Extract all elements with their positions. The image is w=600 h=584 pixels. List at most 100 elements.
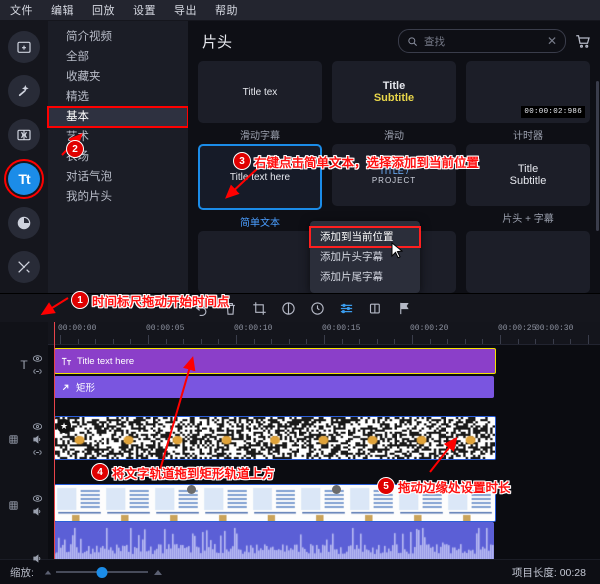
timeline-toolbar — [0, 293, 600, 322]
ruler-label: 00:00:10 — [234, 324, 272, 333]
timeline-clip-audio[interactable] — [54, 522, 494, 559]
grid-item-0[interactable]: Title tex 滑动字幕 — [198, 61, 322, 140]
text-tt-icon: Tt — [18, 171, 29, 187]
speaker-icon[interactable] — [32, 434, 43, 445]
thumbnail[interactable]: 00:00:02:986 — [466, 61, 590, 123]
grid-item-2[interactable]: 00:00:02:986 计时器 — [466, 61, 590, 140]
text-tt-icon — [61, 356, 72, 367]
flag-icon[interactable] — [397, 301, 412, 316]
track-header-video-2-controls[interactable] — [26, 482, 48, 528]
eye-icon[interactable] — [32, 493, 43, 504]
thumbnail[interactable]: Title Subtitle — [332, 61, 456, 123]
ruler-label: 00:00:25 — [498, 324, 536, 333]
search-input[interactable]: 查找 ✕ — [398, 29, 566, 53]
annotation-badge-2: 2 — [66, 140, 84, 158]
annotation-badge-5: 5 — [377, 477, 395, 495]
thumbnail[interactable]: Title tex — [198, 61, 322, 123]
timeline-clip-video-1[interactable]: ★ — [54, 416, 496, 460]
rail-button-titles[interactable]: Tt — [8, 163, 40, 195]
menu-item-help[interactable]: 帮助 — [215, 2, 238, 18]
clip-label: 矩形 — [76, 380, 95, 394]
timeline-canvas[interactable]: 00:00:00 00:00:05 00:00:10 00:00:15 00:0… — [48, 322, 600, 559]
speaker-icon[interactable] — [32, 553, 43, 564]
clock-icon[interactable] — [310, 301, 325, 316]
ruler-label: 00:00:20 — [410, 324, 448, 333]
color-icon[interactable] — [281, 301, 296, 316]
grid-item-8[interactable] — [466, 231, 590, 293]
rail-button-effects[interactable] — [8, 75, 40, 107]
menu-bar: 文件 编辑 回放 设置 导出 帮助 — [0, 0, 600, 21]
thumbnail[interactable] — [466, 231, 590, 293]
sliders-icon[interactable] — [339, 301, 354, 316]
ruler-label: 00:00:15 — [322, 324, 360, 333]
rail-button-import-media[interactable] — [8, 31, 40, 63]
video-editor-window: 文件 编辑 回放 设置 导出 帮助 Tt 简介视频 全部 收藏夹 精选 基本 艺… — [0, 0, 600, 584]
track-header-video-1-controls[interactable] — [26, 414, 48, 464]
ruler-label: 00:00:00 — [58, 324, 96, 333]
category-item-intro-video[interactable]: 简介视频 — [48, 27, 188, 47]
rail-button-stickers[interactable] — [8, 207, 40, 239]
split-icon[interactable] — [368, 301, 383, 316]
category-item-featured[interactable]: 精选 — [48, 87, 188, 107]
thumb-line-1: Title — [518, 163, 538, 175]
eye-icon[interactable] — [32, 353, 43, 364]
thumb-line-2: Subtitle — [374, 92, 414, 104]
context-menu-item-add-ending-subtitle[interactable]: 添加片尾字幕 — [310, 267, 420, 287]
eye-icon[interactable] — [32, 421, 43, 432]
rail-button-tools[interactable] — [8, 251, 40, 283]
project-length: 项目长度: 00:28 — [512, 565, 586, 580]
grid-item-1[interactable]: Title Subtitle 滑动 — [332, 61, 456, 140]
speaker-icon[interactable] — [32, 506, 43, 517]
tool-rail: Tt — [0, 21, 48, 293]
time-ruler[interactable]: 00:00:00 00:00:05 00:00:10 00:00:15 00:0… — [48, 322, 600, 345]
track-headers: T — [0, 322, 48, 559]
category-item-favorites[interactable]: 收藏夹 — [48, 67, 188, 87]
shopping-cart-icon[interactable] — [574, 32, 592, 50]
menu-item-playback[interactable]: 回放 — [92, 2, 115, 18]
shape-arrow-icon — [60, 382, 71, 393]
mouse-cursor-icon — [391, 242, 405, 260]
category-list: 简介视频 全部 收藏夹 精选 基本 艺术 农场 对话气泡 我的片头 — [48, 21, 188, 293]
status-bar: 缩放: 项目长度: 00:28 — [0, 559, 600, 584]
grid-item-label: 滑动 — [332, 127, 456, 140]
search-icon — [407, 36, 418, 47]
category-item-speech-bubble[interactable]: 对话气泡 — [48, 167, 188, 187]
grid-item-6[interactable] — [198, 231, 322, 293]
category-item-all[interactable]: 全部 — [48, 47, 188, 67]
zoom-out-icon[interactable] — [45, 570, 51, 574]
timeline-clip-shape[interactable]: 矩形 — [54, 376, 494, 398]
thumbnail[interactable] — [198, 231, 322, 293]
grid-item-5[interactable]: Title Subtitle 片头 + 字幕 — [466, 144, 590, 227]
sticker-icon — [16, 215, 32, 231]
playhead[interactable] — [54, 322, 55, 559]
link-icon[interactable] — [32, 447, 43, 458]
menu-item-file[interactable]: 文件 — [10, 2, 33, 18]
clip-favorite-icon: ★ — [57, 419, 71, 433]
category-item-basic[interactable]: 基本 — [48, 107, 188, 127]
content-scrollbar[interactable] — [596, 81, 599, 231]
thumb-line-1: Title text here — [230, 172, 290, 183]
track-header-text-controls[interactable] — [26, 344, 48, 386]
zoom-handle[interactable] — [96, 567, 107, 578]
content-header: 片头 查找 ✕ — [188, 21, 600, 61]
clip-label: Title text here — [77, 356, 134, 367]
annotation-text-5: 拖动边缘处设置时长 — [398, 477, 511, 496]
search-placeholder: 查找 — [424, 34, 541, 49]
grid-item-label: 片头 + 字幕 — [466, 210, 590, 223]
timeline-clip-text[interactable]: Title text here — [54, 348, 496, 374]
zoom-in-icon[interactable] — [154, 570, 162, 575]
menu-item-edit[interactable]: 编辑 — [51, 2, 74, 18]
link-icon[interactable] — [32, 366, 43, 377]
category-item-my-titles[interactable]: 我的片头 — [48, 187, 188, 207]
track-header-video-1[interactable] — [2, 414, 24, 464]
menu-item-settings[interactable]: 设置 — [133, 2, 156, 18]
thumbnail[interactable]: Title Subtitle — [466, 144, 590, 206]
zoom-slider[interactable] — [42, 565, 162, 579]
track-header-video-2[interactable] — [2, 482, 24, 528]
annotation-badge-1: 1 — [71, 291, 89, 309]
crop-icon[interactable] — [252, 301, 267, 316]
rail-button-transitions[interactable] — [8, 119, 40, 151]
menu-item-export[interactable]: 导出 — [174, 2, 197, 18]
close-icon[interactable]: ✕ — [547, 35, 557, 47]
annotation-text-4: 将文字轨道拖到矩形轨道上方 — [112, 463, 275, 482]
